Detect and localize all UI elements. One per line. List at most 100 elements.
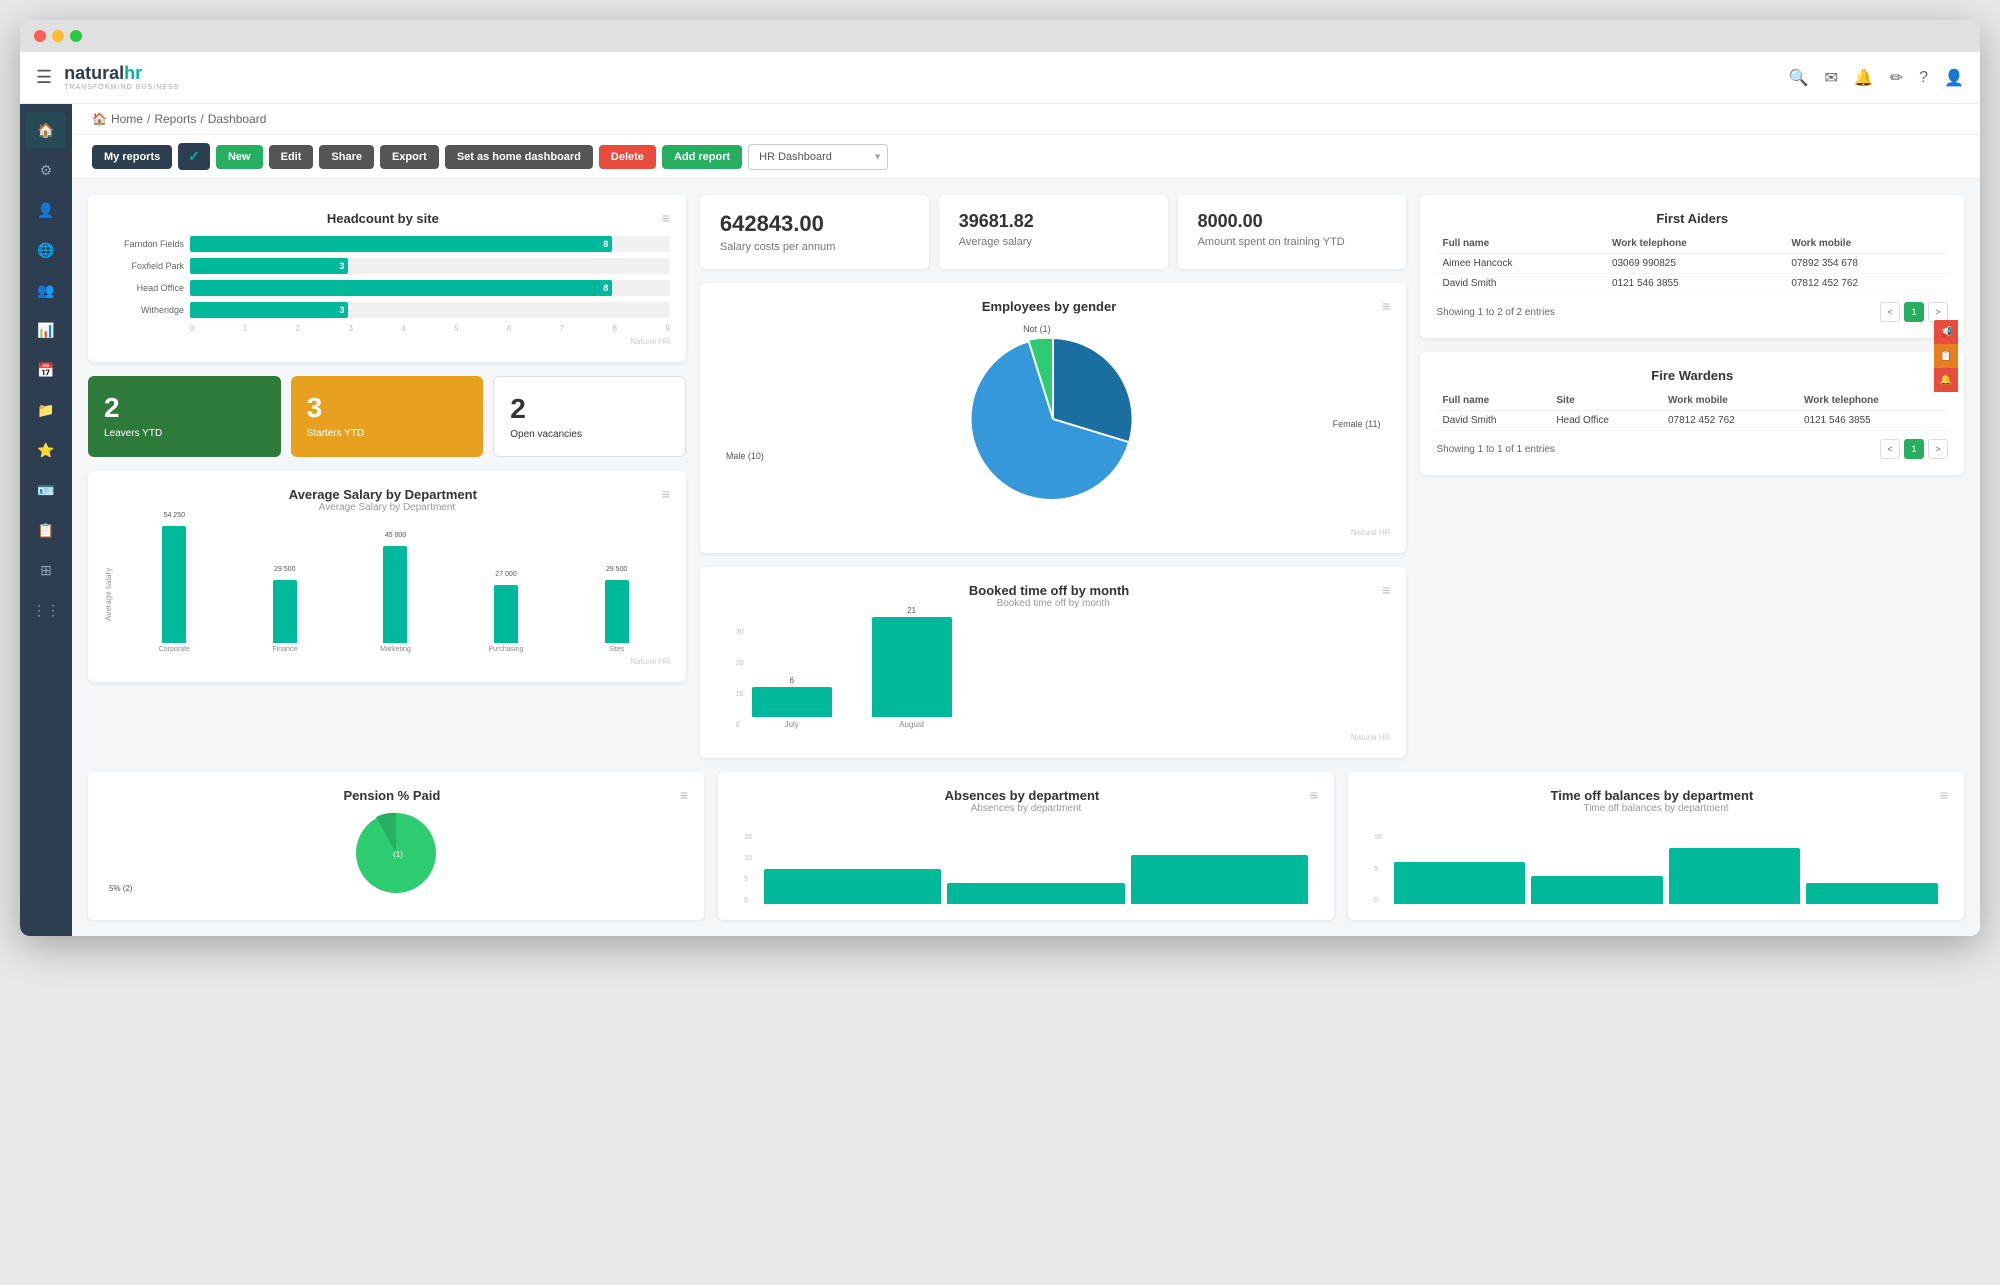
sidebar-item-person[interactable]: 👤 <box>26 192 66 228</box>
avg-salary-watermark: Natural HR <box>117 657 670 666</box>
hbar-row-foxfield: Foxfield Park 3 <box>104 258 670 274</box>
pencil-icon[interactable]: ✏ <box>1890 68 1903 88</box>
user-icon[interactable]: 👤 <box>1944 68 1964 88</box>
gender-card: Employees by gender ≡ <box>700 283 1407 553</box>
kpi-vacancies-value: 2 <box>510 393 669 425</box>
absences-yaxis: 15 10 5 0 <box>744 834 752 904</box>
bell-icon[interactable]: 🔔 <box>1854 68 1874 88</box>
sidebar-item-home[interactable]: 🏠 <box>26 112 66 148</box>
gender-label-female: Female (11) <box>1333 419 1381 429</box>
cell-name: David Smith <box>1436 274 1605 294</box>
tob-menu-icon[interactable]: ≡ <box>1940 787 1948 803</box>
sidebar-item-list[interactable]: 📋 <box>26 512 66 548</box>
pension-menu-icon[interactable]: ≡ <box>680 787 688 803</box>
sidebar-item-people[interactable]: 👥 <box>26 272 66 308</box>
search-icon[interactable]: 🔍 <box>1789 68 1809 88</box>
hamburger-icon[interactable]: ☰ <box>36 67 52 88</box>
absences-menu-icon[interactable]: ≡ <box>1310 787 1318 803</box>
sidebar-item-globe[interactable]: 🌐 <box>26 232 66 268</box>
kpi-starters: 3 Starters YTD <box>291 376 484 457</box>
stat-training-value: 8000.00 <box>1198 211 1387 232</box>
share-button[interactable]: Share <box>319 145 374 169</box>
maximize-btn[interactable] <box>70 30 82 42</box>
next-page-button[interactable]: > <box>1928 302 1948 322</box>
booked-title: Booked time off by month <box>716 583 1382 598</box>
left-column: Headcount by site ≡ Farndon Fields 8 <box>88 195 686 758</box>
dashboard-select[interactable]: HR Dashboard <box>748 144 888 170</box>
check-button[interactable]: ✓ <box>178 143 210 170</box>
set-home-button[interactable]: Set as home dashboard <box>445 145 593 169</box>
first-aiders-table: Full name Work telephone Work mobile Aim… <box>1436 234 1948 294</box>
absences-title: Absences by department <box>734 788 1310 803</box>
mail-icon[interactable]: ✉ <box>1824 68 1837 88</box>
sidebar-item-badge[interactable]: 🪪 <box>26 472 66 508</box>
sidebar-item-grid[interactable]: ⋮⋮ <box>26 592 66 628</box>
next-page-button[interactable]: > <box>1928 439 1948 459</box>
sidebar-item-star[interactable]: ⭐ <box>26 432 66 468</box>
page-1-button[interactable]: 1 <box>1904 439 1924 459</box>
logo-sub: transforming business <box>64 84 179 91</box>
hbar-row-farndon: Farndon Fields 8 <box>104 236 670 252</box>
avg-salary-yaxis: Average salary <box>104 523 113 666</box>
prev-page-button[interactable]: < <box>1880 439 1900 459</box>
hbar-track: 8 <box>190 236 670 252</box>
sidebar-item-layers[interactable]: ⊞ <box>26 552 66 588</box>
side-btn-2[interactable]: 📋 <box>1934 344 1958 368</box>
headcount-menu-icon[interactable]: ≡ <box>662 210 670 226</box>
edit-button[interactable]: Edit <box>269 145 314 169</box>
side-btn-1[interactable]: 📢 <box>1934 320 1958 344</box>
first-aiders-showing: Showing 1 to 2 of 2 entries <box>1436 307 1554 318</box>
breadcrumb-home: Home <box>111 112 143 126</box>
vbar-sites: 29 500 Sites <box>563 580 670 653</box>
minimize-btn[interactable] <box>52 30 64 42</box>
hbar-fill: 3 <box>190 258 348 274</box>
stat-avg-salary: 39681.82 Average salary <box>939 195 1168 269</box>
main-layout: 🏠 ⚙ 👤 🌐 👥 📊 📅 📁 ⭐ 🪪 📋 ⊞ ⋮⋮ 🏠 Home <box>20 104 1980 936</box>
sidebar: 🏠 ⚙ 👤 🌐 👥 📊 📅 📁 ⭐ 🪪 📋 ⊞ ⋮⋮ <box>20 104 72 936</box>
vbar-fill: 27 000 <box>494 585 518 643</box>
prev-page-button[interactable]: < <box>1880 302 1900 322</box>
booked-menu-icon[interactable]: ≡ <box>1382 582 1390 598</box>
cell-site: Head Office <box>1550 411 1662 431</box>
sidebar-item-chart[interactable]: 📊 <box>26 312 66 348</box>
gender-chart-container: Not (1) Female (11) Male (10) <box>716 314 1391 524</box>
cell-work-mob: 07812 452 762 <box>1785 274 1948 294</box>
add-report-button[interactable]: Add report <box>662 145 742 169</box>
cell-name: Aimee Hancock <box>1436 254 1605 274</box>
gender-label-not: Not (1) <box>1023 324 1051 334</box>
delete-button[interactable]: Delete <box>599 145 656 169</box>
sidebar-item-calendar[interactable]: 📅 <box>26 352 66 388</box>
hbar-label: Witheridge <box>104 305 184 315</box>
gender-menu-icon[interactable]: ≡ <box>1382 298 1390 314</box>
breadcrumb: 🏠 Home / Reports / Dashboard <box>72 104 1980 135</box>
tob-bar2 <box>1531 876 1663 904</box>
pension-pie: (1) <box>346 803 446 903</box>
close-btn[interactable] <box>34 30 46 42</box>
col-site: Site <box>1550 391 1662 411</box>
sidebar-item-settings[interactable]: ⚙ <box>26 152 66 188</box>
new-button[interactable]: New <box>216 145 263 169</box>
cell-work-tel: 03069 990825 <box>1606 254 1785 274</box>
abs-bar1 <box>764 869 941 904</box>
main-grid: Headcount by site ≡ Farndon Fields 8 <box>88 195 1964 758</box>
vbar-purchasing: 27 000 Purchasing <box>453 585 560 653</box>
avg-salary-menu-icon[interactable]: ≡ <box>662 486 670 502</box>
table-row: David Smith 0121 546 3855 07812 452 762 <box>1436 274 1948 294</box>
export-button[interactable]: Export <box>380 145 439 169</box>
absences-bars <box>764 834 1308 904</box>
cell-work-mob: 07812 452 762 <box>1662 411 1798 431</box>
my-reports-button[interactable]: My reports <box>92 145 172 169</box>
hbar-track: 3 <box>190 258 670 274</box>
page-1-button[interactable]: 1 <box>1904 302 1924 322</box>
sidebar-item-folder[interactable]: 📁 <box>26 392 66 428</box>
breadcrumb-sep1: / <box>147 112 150 126</box>
hbar-row-headoffice: Head Office 8 <box>104 280 670 296</box>
hbar-fill: 8 <box>190 236 612 252</box>
title-bar <box>20 20 1980 52</box>
side-btn-3[interactable]: 🔔 <box>1934 368 1958 392</box>
avg-salary-chart: 54 250 Corporate 29 500 <box>117 523 670 666</box>
dashboard-grid: Headcount by site ≡ Farndon Fields 8 <box>72 179 1980 936</box>
headcount-chart: Farndon Fields 8 Foxfield Park 3 <box>104 236 670 346</box>
cell-work-mob: 07892 354 678 <box>1785 254 1948 274</box>
help-icon[interactable]: ? <box>1919 69 1928 87</box>
